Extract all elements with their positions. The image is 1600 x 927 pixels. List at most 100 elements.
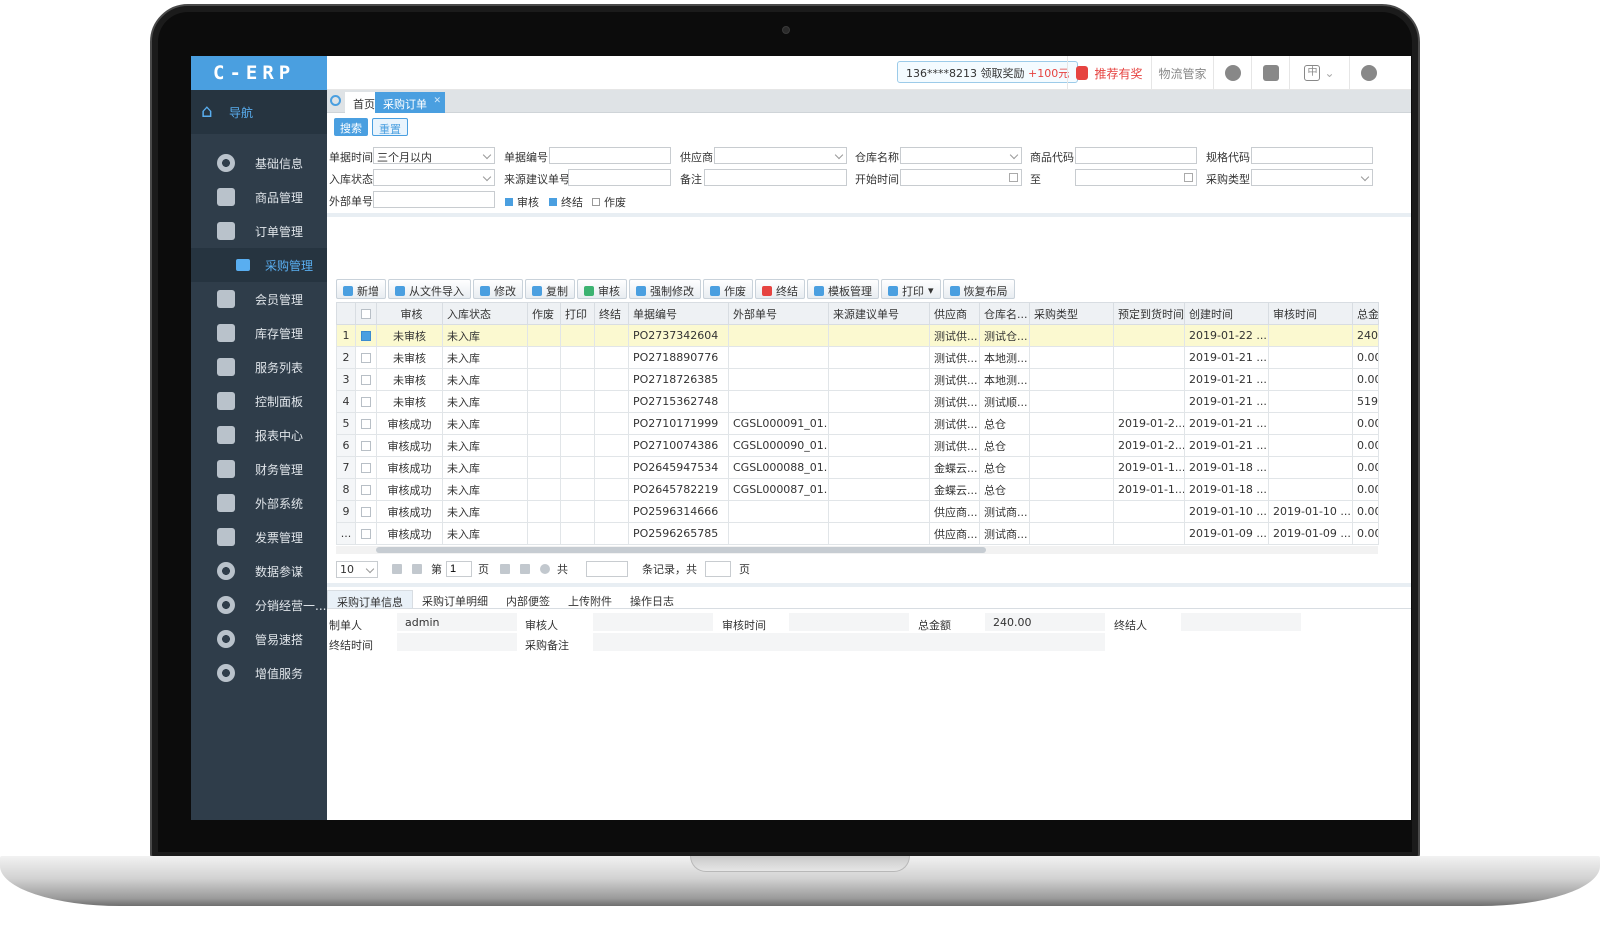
- toolbar-button[interactable]: 终结: [755, 279, 805, 299]
- close-icon[interactable]: ✕: [433, 96, 441, 106]
- recommend-button[interactable]: 推荐有奖: [1067, 56, 1151, 90]
- column-header[interactable]: 仓库名...: [979, 302, 1030, 325]
- next-page-icon[interactable]: [500, 564, 510, 574]
- column-header[interactable]: 入库状态: [442, 302, 528, 325]
- column-header[interactable]: 打印: [560, 302, 595, 325]
- section-divider[interactable]: [327, 213, 1411, 217]
- toolbar-button[interactable]: 强制修改: [629, 279, 701, 299]
- column-header[interactable]: 总金额: [1352, 302, 1379, 325]
- user-service-button[interactable]: [1213, 56, 1251, 90]
- remark-input[interactable]: [704, 169, 847, 186]
- checkbox-icon[interactable]: [361, 375, 371, 385]
- row-checkbox-cell[interactable]: [355, 434, 377, 457]
- row-checkbox-cell[interactable]: [355, 390, 377, 413]
- toolbar-button[interactable]: 复制: [525, 279, 575, 299]
- sidebar-item[interactable]: 增值服务: [191, 656, 327, 690]
- tab-purchase-order[interactable]: 采购订单 ✕: [375, 92, 445, 113]
- sidebar-item[interactable]: 商品管理: [191, 180, 327, 214]
- toolbar-button[interactable]: 审核: [577, 279, 627, 299]
- first-page-icon[interactable]: [392, 564, 402, 574]
- toolbar-button[interactable]: 作废: [703, 279, 753, 299]
- sidebar-item[interactable]: 报表中心: [191, 418, 327, 452]
- search-button[interactable]: 搜索: [334, 118, 368, 136]
- final-checkbox[interactable]: 终结: [549, 194, 583, 210]
- column-header[interactable]: 预定到货时间: [1113, 302, 1185, 325]
- sidebar-item[interactable]: 订单管理: [191, 214, 327, 248]
- sidebar-item[interactable]: 管易速搭: [191, 622, 327, 656]
- table-row[interactable]: 5 审核成功 未入库 PO2710171999 CGSL000091_01... 测试供.…: [336, 412, 1379, 435]
- table-row[interactable]: 6 审核成功 未入库 PO2710074386 CGSL000090_01... 测试供.…: [336, 434, 1379, 457]
- doc-no-input[interactable]: [549, 147, 671, 164]
- sidebar-item[interactable]: 采购管理: [191, 248, 327, 282]
- audit-checkbox[interactable]: 审核: [505, 194, 539, 210]
- row-checkbox-cell[interactable]: [355, 500, 377, 523]
- supplier-select[interactable]: [714, 147, 847, 164]
- purchase-type-select[interactable]: [1251, 169, 1373, 186]
- column-header[interactable]: 单据编号: [628, 302, 729, 325]
- row-checkbox-cell[interactable]: [355, 368, 377, 391]
- column-header[interactable]: 终结: [594, 302, 629, 325]
- external-no-input[interactable]: [373, 191, 495, 208]
- refresh-icon[interactable]: [540, 564, 550, 574]
- toolbar-button[interactable]: 从文件导入: [388, 279, 471, 299]
- sidebar-item[interactable]: 数据参谋: [191, 554, 327, 588]
- detail-tab[interactable]: 上传附件: [559, 590, 621, 608]
- row-checkbox-cell[interactable]: [355, 346, 377, 369]
- logistics-button[interactable]: 物流管家: [1151, 56, 1213, 90]
- toolbar-button[interactable]: 新增: [336, 279, 386, 299]
- row-checkbox-cell[interactable]: [355, 324, 377, 347]
- checkbox-icon[interactable]: [361, 353, 371, 363]
- sidebar-item[interactable]: 控制面板: [191, 384, 327, 418]
- column-header[interactable]: 审核: [376, 302, 443, 325]
- last-page-icon[interactable]: [520, 564, 530, 574]
- detail-tab[interactable]: 内部便签: [497, 590, 559, 608]
- sidebar-item[interactable]: 分销经营一...: [191, 588, 327, 622]
- calendar-icon[interactable]: [1184, 173, 1193, 182]
- page-size-select[interactable]: 10: [336, 560, 378, 578]
- void-checkbox[interactable]: 作废: [592, 194, 626, 210]
- column-header[interactable]: 外部单号: [728, 302, 829, 325]
- checkbox-icon[interactable]: [361, 331, 371, 341]
- toolbar-button[interactable]: 恢复布局: [942, 279, 1015, 299]
- table-row[interactable]: ... 审核成功 未入库 PO2596265785 供应商... 测试商... 2019-0…: [336, 522, 1379, 545]
- horizontal-scrollbar[interactable]: [336, 546, 1378, 554]
- table-row[interactable]: 3 未审核 未入库 PO2718726385 测试供... 本地测... 2019-01-2…: [336, 368, 1379, 391]
- reset-button[interactable]: 重置: [372, 118, 408, 136]
- row-checkbox-cell[interactable]: [355, 522, 377, 545]
- table-row[interactable]: 8 审核成功 未入库 PO2645782219 CGSL000087_01... 金蝶云.…: [336, 478, 1379, 501]
- product-code-input[interactable]: [1075, 147, 1197, 164]
- sidebar-item[interactable]: 基础信息: [191, 146, 327, 180]
- search-icon[interactable]: [330, 95, 341, 106]
- page-input[interactable]: [446, 561, 472, 577]
- checkbox-icon[interactable]: [361, 463, 371, 473]
- table-row[interactable]: 9 审核成功 未入库 PO2596314666 供应商... 测试商... 2019-01-…: [336, 500, 1379, 523]
- checkbox-icon[interactable]: [361, 507, 371, 517]
- checkbox-icon[interactable]: [361, 419, 371, 429]
- account-button[interactable]: [1349, 56, 1387, 90]
- row-checkbox-cell[interactable]: [355, 478, 377, 501]
- detail-tab[interactable]: 采购订单明细: [413, 590, 497, 608]
- column-header[interactable]: 创建时间: [1184, 302, 1269, 325]
- row-checkbox-cell[interactable]: [355, 412, 377, 435]
- row-checkbox-cell[interactable]: [355, 456, 377, 479]
- checkbox-icon[interactable]: [361, 441, 371, 451]
- checkbox-icon[interactable]: [361, 529, 371, 539]
- calendar-icon[interactable]: [1009, 173, 1018, 182]
- prev-page-icon[interactable]: [412, 564, 422, 574]
- sidebar-item[interactable]: 会员管理: [191, 282, 327, 316]
- column-header[interactable]: 审核时间: [1268, 302, 1353, 325]
- language-select[interactable]: 中 ⌄: [1289, 56, 1349, 90]
- inbound-status-select[interactable]: [373, 169, 495, 186]
- promo-banner[interactable]: 136****8213 领取奖励 +100元: [897, 61, 1079, 83]
- column-header[interactable]: 供应商: [929, 302, 980, 325]
- column-header[interactable]: 作废: [527, 302, 561, 325]
- column-header[interactable]: 来源建议单号: [828, 302, 930, 325]
- checkbox-icon[interactable]: [361, 397, 371, 407]
- spec-code-input[interactable]: [1251, 147, 1373, 164]
- start-time-input[interactable]: [900, 169, 1022, 186]
- detail-tab[interactable]: 操作日志: [621, 590, 683, 608]
- source-no-input[interactable]: [568, 169, 671, 186]
- table-row[interactable]: 7 审核成功 未入库 PO2645947534 CGSL000088_01... 金蝶云.…: [336, 456, 1379, 479]
- section-divider[interactable]: [327, 583, 1411, 587]
- sidebar-item[interactable]: 库存管理: [191, 316, 327, 350]
